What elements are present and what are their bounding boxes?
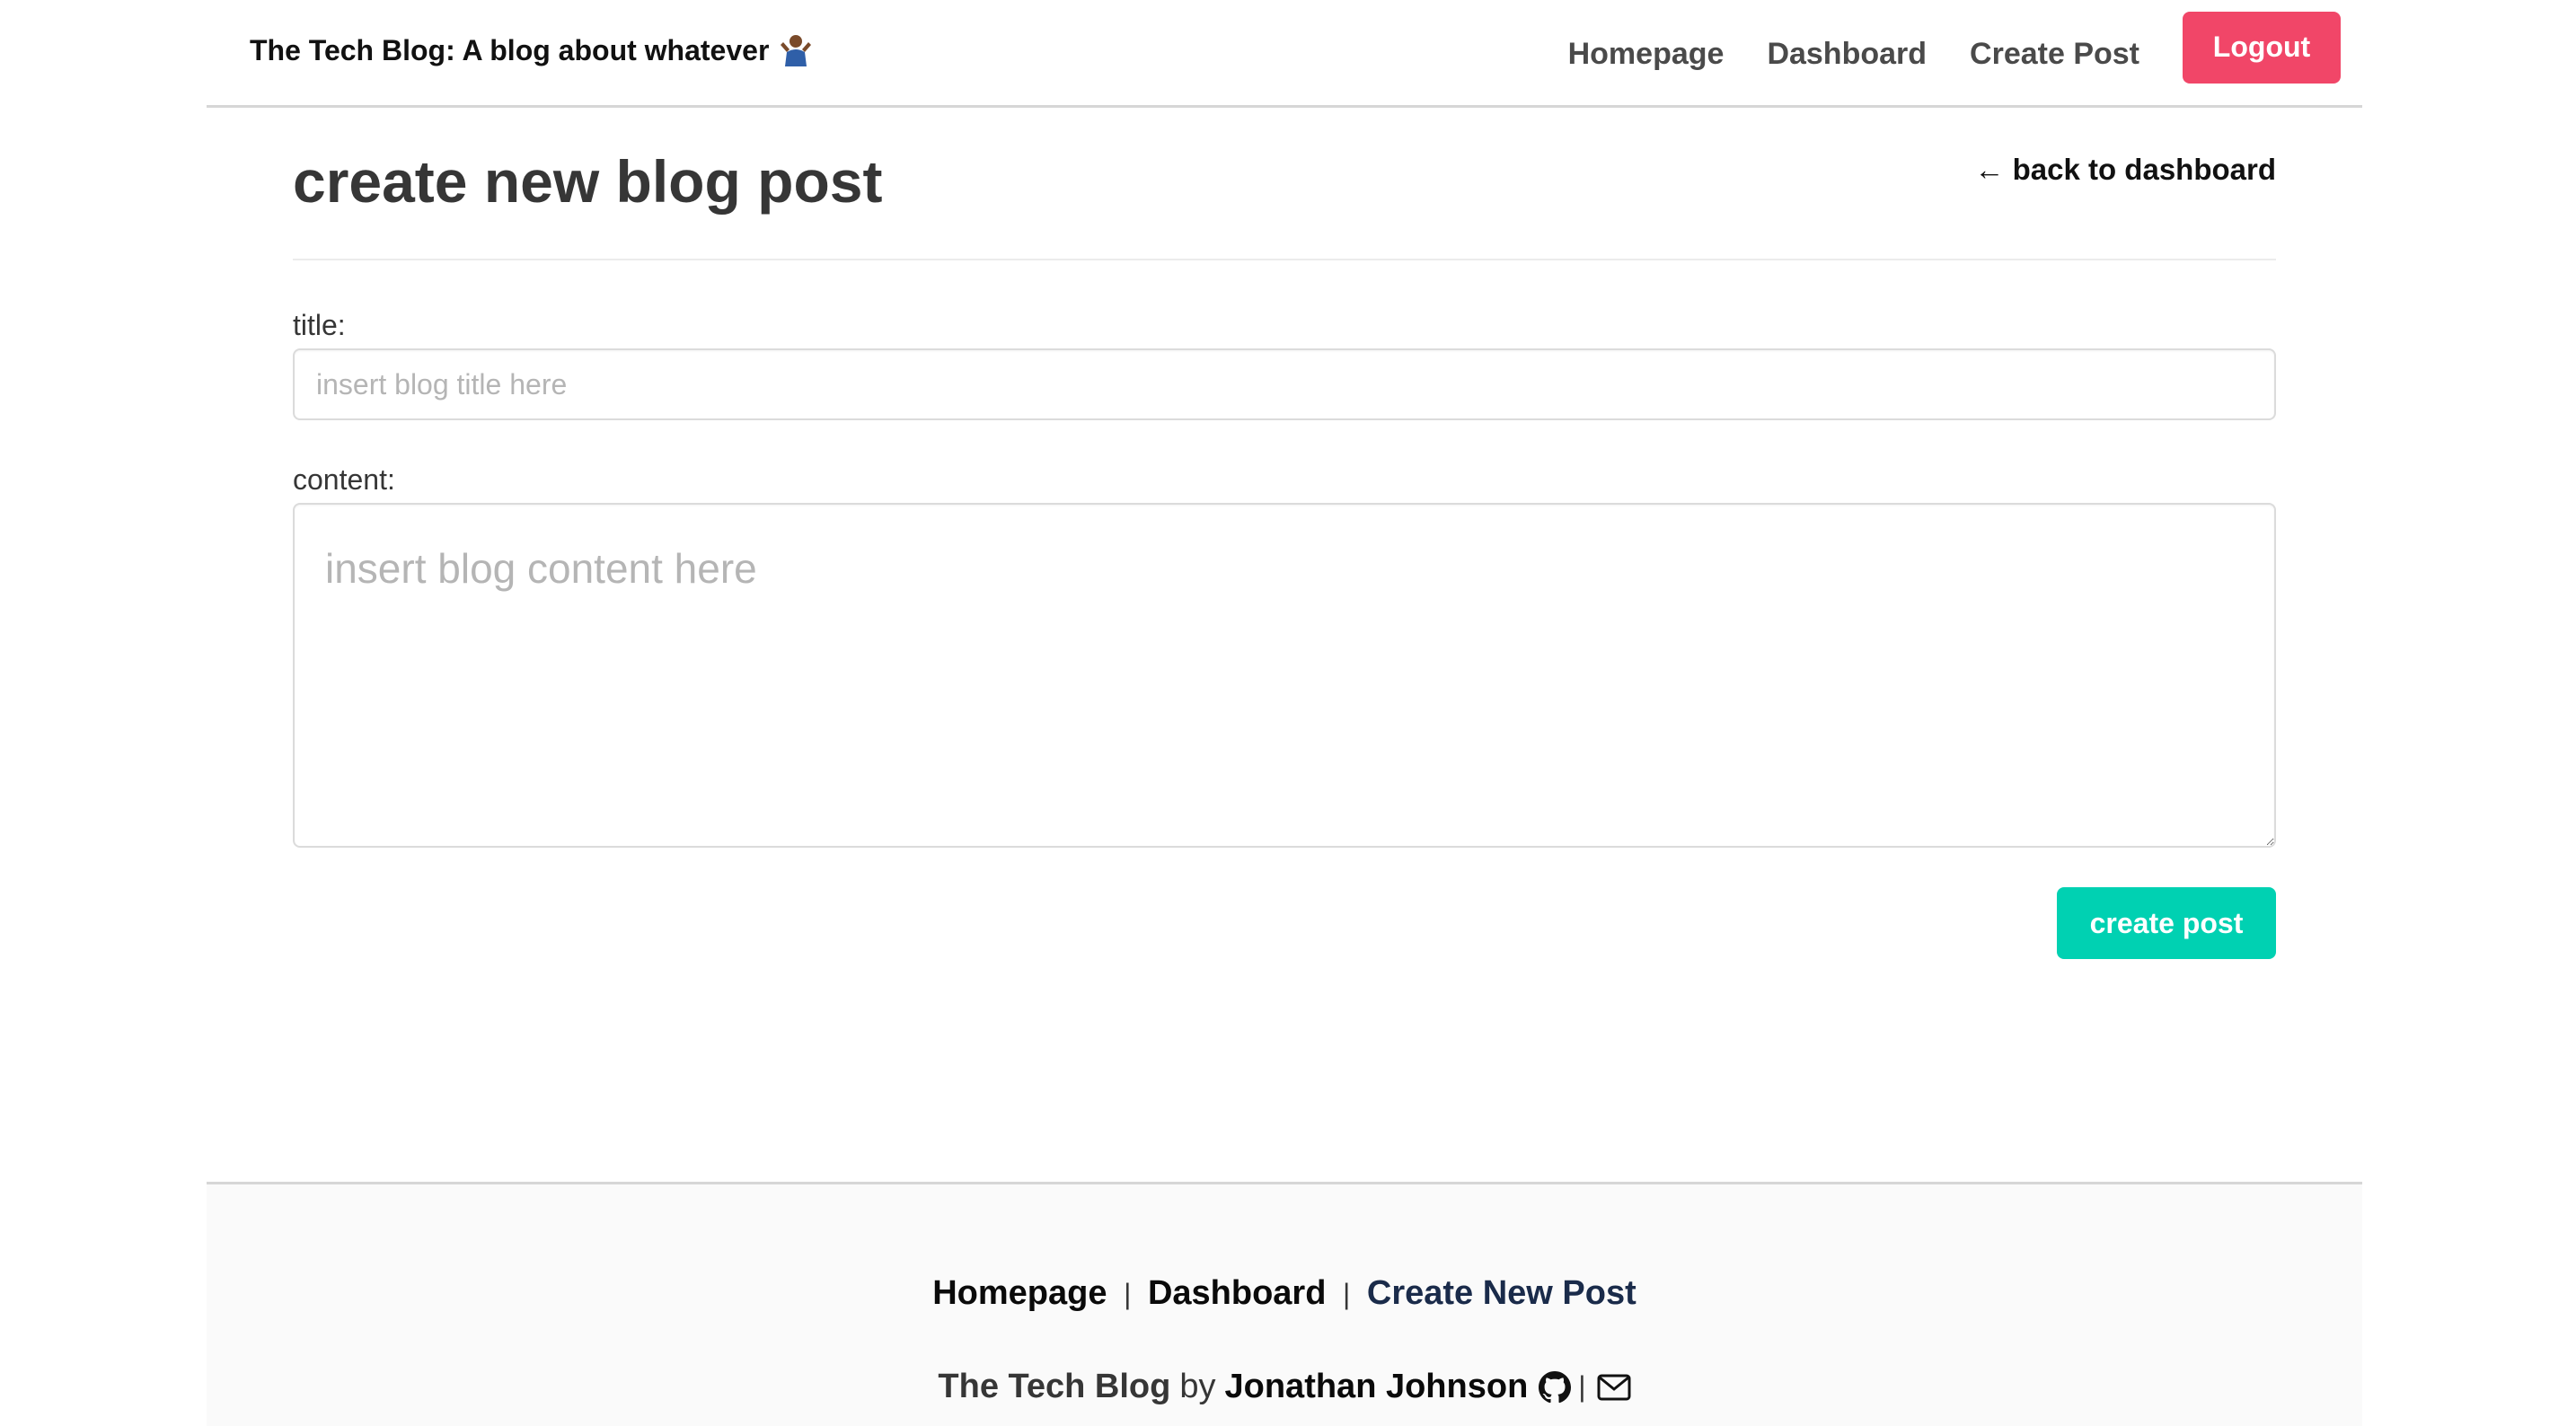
nav-homepage-link[interactable]: Homepage <box>1568 33 1725 72</box>
nav-create-post-link[interactable]: Create Post <box>1970 33 2139 72</box>
content-label: content: <box>293 463 395 496</box>
logout-button[interactable]: Logout <box>2183 11 2341 84</box>
mail-icon[interactable] <box>1597 1374 1631 1401</box>
credit-brand: The Tech Blog <box>938 1368 1171 1405</box>
divider <box>293 259 2276 260</box>
brand[interactable]: The Tech Blog: A blog about whatever <box>250 32 814 68</box>
content-textarea[interactable] <box>293 503 2276 848</box>
back-to-dashboard-link[interactable]: ← back to dashboard <box>1974 153 2276 187</box>
footer-separator: | <box>1343 1278 1351 1310</box>
page-shell: The Tech Blog: A blog about whatever Hom… <box>207 0 2362 1426</box>
footer: Homepage | Dashboard | Create New Post T… <box>207 1182 2362 1426</box>
brand-title: The Tech Blog: A blog about whatever <box>250 33 770 66</box>
footer-separator: | <box>1578 1370 1586 1403</box>
nav-links: Homepage Dashboard Create Post Logout <box>1568 0 2362 105</box>
person-shrugging-icon <box>778 32 814 68</box>
footer-credit: The Tech Blog by Jonathan Johnson | <box>207 1368 2362 1406</box>
navbar: The Tech Blog: A blog about whatever Hom… <box>207 0 2362 108</box>
footer-dashboard-link[interactable]: Dashboard <box>1148 1274 1326 1312</box>
create-post-button[interactable]: create post <box>2057 887 2276 959</box>
page-title: create new blog post <box>293 148 883 215</box>
nav-dashboard-link[interactable]: Dashboard <box>1767 33 1927 72</box>
github-icon[interactable] <box>1539 1370 1572 1404</box>
title-label: title: <box>293 309 346 341</box>
footer-links: Homepage | Dashboard | Create New Post <box>207 1274 2362 1313</box>
footer-create-new-post-link[interactable]: Create New Post <box>1367 1274 1636 1312</box>
footer-separator: | <box>1124 1278 1132 1310</box>
title-input[interactable] <box>293 348 2276 420</box>
credit-by: by <box>1179 1368 1216 1405</box>
footer-homepage-link[interactable]: Homepage <box>932 1274 1107 1312</box>
credit-author-link[interactable]: Jonathan Johnson <box>1225 1368 1529 1406</box>
